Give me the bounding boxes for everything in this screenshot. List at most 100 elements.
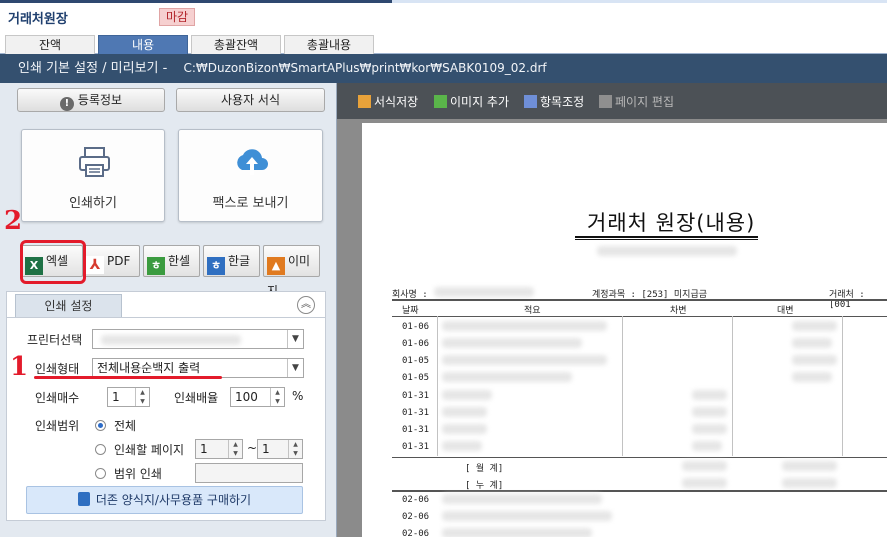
subtotal-redacted [782, 461, 837, 471]
adjust-items-button[interactable]: 항목조정 [524, 93, 584, 110]
save-format-label: 서식저장 [374, 95, 419, 109]
page-edit-button[interactable]: 페이지 편집 [599, 93, 674, 110]
col-divider [842, 316, 843, 456]
page-to-stepper[interactable]: 1 ▲ ▼ [257, 439, 303, 459]
page-range-separator: ~ [247, 441, 258, 455]
range-custom-radio[interactable] [95, 468, 106, 479]
preview-page: 거래처 원장(내용) 회사명 : 계정과목 : [253] 미지급금 거래처 :… [362, 123, 887, 537]
annotation-mark-1: 1 [10, 352, 29, 382]
chevron-down-icon[interactable]: ▼ [287, 359, 303, 377]
image-add-icon [434, 95, 447, 108]
save-format-button[interactable]: 서식저장 [358, 93, 418, 110]
app-window: 거래처원장 마감 잔액 내용 총괄잔액 총괄내용 인쇄 기본 설정 / 미리보기… [0, 0, 887, 537]
desc-redacted [442, 390, 492, 400]
period-redacted [597, 246, 737, 256]
export-pdf-button[interactable]: ⅄ PDF [82, 245, 140, 277]
spin-arrows-icon[interactable]: ▲ ▼ [135, 388, 149, 406]
tab-summary-content[interactable]: 총괄내용 [284, 35, 374, 54]
title-bar: 거래처원장 마감 [0, 3, 887, 31]
range-custom-label: 범위 인쇄 [114, 467, 162, 481]
adjust-icon [524, 95, 537, 108]
spin-arrows-icon[interactable]: ▲ ▼ [270, 388, 284, 406]
scale-value: 100 [235, 390, 258, 404]
image-icon: ▲ [267, 257, 285, 275]
header-file-path: C:₩DuzonBizon₩SmartAPlus₩print₩kor₩SABK0… [183, 61, 547, 75]
desc-redacted [442, 338, 582, 348]
copies-stepper[interactable]: 1 ▲ ▼ [107, 387, 150, 407]
title-underline [575, 236, 758, 238]
print-options-panel: ! 등록정보 사용자 서식 인쇄하기 팩스로 보내기 X 엑셀 ⅄ PDF ㅎ … [0, 83, 337, 537]
fax-button-label: 팩스로 보내기 [212, 196, 289, 211]
desc-redacted [442, 424, 487, 434]
range-pages-radio[interactable] [95, 444, 106, 455]
tab-content[interactable]: 내용 [98, 35, 188, 54]
debit-redacted [692, 407, 727, 417]
save-icon [358, 95, 371, 108]
col-divider [622, 316, 623, 456]
registration-info-button[interactable]: ! 등록정보 [17, 88, 165, 112]
spin-arrows-icon[interactable]: ▲ ▼ [228, 440, 242, 458]
print-settings-tab[interactable]: 인쇄 설정 [15, 294, 122, 318]
scale-label: 인쇄배율 [174, 391, 219, 405]
document-title: 거래처 원장(내용) [587, 211, 756, 235]
printer-select[interactable]: ▼ [92, 329, 304, 349]
user-format-button[interactable]: 사용자 서식 [176, 88, 325, 112]
desc-redacted [442, 441, 482, 451]
spin-arrows-icon[interactable]: ▲ ▼ [288, 440, 302, 458]
chevron-down-icon[interactable]: ▼ [287, 330, 303, 348]
tab-summary-balance[interactable]: 총괄잔액 [191, 35, 281, 54]
cloud-upload-icon [237, 149, 268, 175]
buy-supplies-button[interactable]: 더존 양식지/사무용품 구매하기 [26, 486, 303, 514]
print-type-value: 전체내용순백지 출력 [97, 361, 201, 375]
hangul-icon: ㅎ [207, 257, 225, 275]
fax-button[interactable]: 팩스로 보내기 [178, 129, 323, 222]
page-to-value: 1 [262, 442, 270, 456]
row-date: 01-06 [402, 339, 430, 349]
export-image-button[interactable]: ▲이미지 [263, 245, 320, 298]
header-rule [392, 316, 887, 317]
subtotal-redacted [782, 478, 837, 488]
print-type-select[interactable]: 전체내용순백지 출력 ▼ [92, 358, 304, 378]
export-hangul-button[interactable]: ㅎ 한글 [203, 245, 260, 277]
range-pages-label: 인쇄할 페이지 [114, 443, 185, 457]
month-subtotal-label: [ 월 계] [465, 464, 504, 474]
add-image-button[interactable]: 이미지 추가 [434, 93, 509, 110]
row-date: 01-31 [402, 408, 430, 418]
pencil-icon [599, 95, 612, 108]
copies-value: 1 [112, 390, 120, 404]
adjust-items-label: 항목조정 [540, 95, 585, 109]
buy-supplies-label: 더존 양식지/사무용품 구매하기 [95, 493, 252, 507]
subtotal-rule [392, 457, 887, 458]
range-all-radio[interactable] [95, 420, 106, 431]
export-pdf-label: PDF [107, 254, 131, 268]
excel-highlight-box [20, 240, 86, 284]
row-date: 02-06 [402, 529, 430, 537]
debit-redacted [692, 424, 727, 434]
hancell-icon: ㅎ [147, 257, 165, 275]
subtotal-redacted [682, 461, 727, 471]
tab-balance[interactable]: 잔액 [5, 35, 95, 54]
printer-select-label: 프린터선택 [27, 333, 83, 347]
desc-redacted [442, 372, 572, 382]
report-tabs: 잔액 내용 총괄잔액 총괄내용 [0, 31, 887, 54]
row-date: 02-06 [402, 495, 430, 505]
row-date: 01-31 [402, 391, 430, 401]
scale-stepper[interactable]: 100 ▲ ▼ [230, 387, 285, 407]
row-date: 01-31 [402, 442, 430, 452]
col-credit-header: 대변 [777, 306, 794, 316]
col-divider [437, 316, 438, 456]
print-button[interactable]: 인쇄하기 [21, 129, 165, 222]
credit-redacted [792, 372, 832, 382]
debit-redacted [692, 441, 722, 451]
page-from-stepper[interactable]: 1 ▲ ▼ [195, 439, 243, 459]
collapse-icon[interactable]: ︽ [297, 296, 315, 314]
print-type-underline [34, 376, 222, 379]
desc-redacted [442, 321, 607, 331]
export-hancell-button[interactable]: ㅎ 한셀 [143, 245, 200, 277]
print-preview-header: 인쇄 기본 설정 / 미리보기 - C:₩DuzonBizon₩SmartAPl… [0, 54, 887, 83]
page-edit-label: 페이지 편집 [615, 95, 675, 109]
print-type-label: 인쇄형태 [35, 362, 80, 376]
col-debit-header: 차변 [670, 306, 687, 316]
header-title: 인쇄 기본 설정 / 미리보기 - [18, 61, 168, 76]
range-custom-input[interactable] [195, 463, 303, 483]
